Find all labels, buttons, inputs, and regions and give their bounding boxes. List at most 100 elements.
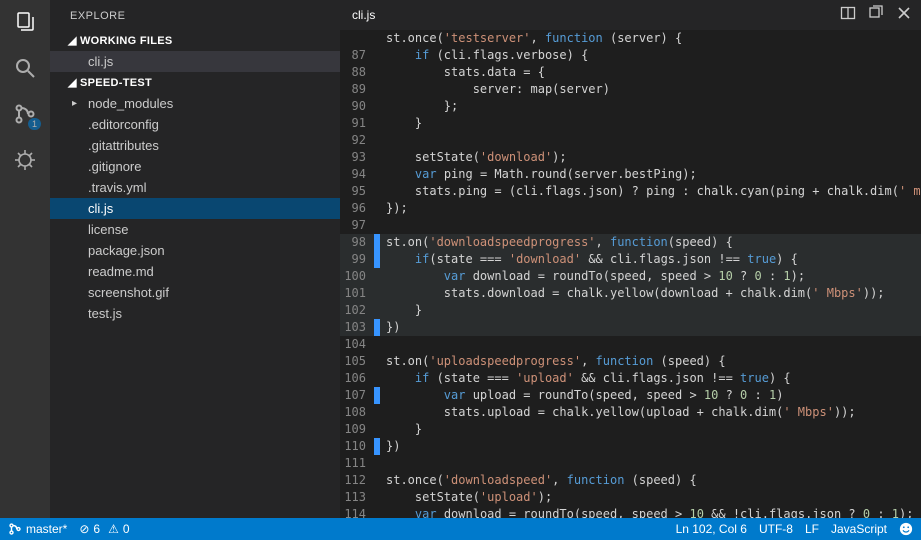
tab-active[interactable]: cli.js (352, 8, 375, 22)
file-item[interactable]: readme.md (50, 261, 340, 282)
file-item[interactable]: license (50, 219, 340, 240)
code-text: stats.data = { (380, 64, 545, 81)
file-item[interactable]: .editorconfig (50, 114, 340, 135)
working-file-item[interactable]: cli.js (50, 51, 340, 72)
error-count[interactable]: ⊘ 6 ⚠ 0 (79, 522, 129, 536)
file-item[interactable]: .travis.yml (50, 177, 340, 198)
line-number: 88 (340, 64, 374, 81)
line-number: 114 (340, 506, 374, 518)
file-item[interactable]: package.json (50, 240, 340, 261)
code-line[interactable]: 91 } (340, 115, 921, 132)
code-line[interactable]: 109 } (340, 421, 921, 438)
debug-icon[interactable] (11, 146, 39, 174)
code-line[interactable]: 98st.on('downloadspeedprogress', functio… (340, 234, 921, 251)
code-text: }) (380, 319, 400, 336)
code-text (380, 336, 393, 353)
code-text: } (380, 421, 422, 438)
code-line[interactable]: 105 st.on('uploadspeedprogress', function… (340, 353, 921, 370)
code-line[interactable]: 95 stats.ping = (cli.flags.json) ? ping … (340, 183, 921, 200)
files-icon[interactable] (11, 8, 39, 36)
line-number: 96 (340, 200, 374, 217)
code-text: st.on('uploadspeedprogress', function (s… (380, 353, 726, 370)
code-line[interactable]: 87 if (cli.flags.verbose) { (340, 47, 921, 64)
file-item[interactable]: screenshot.gif (50, 282, 340, 303)
code-line[interactable]: 108 stats.upload = chalk.yellow(upload +… (340, 404, 921, 421)
cursor-position[interactable]: Ln 102, Col 6 (676, 522, 747, 536)
code-line[interactable]: 106 if (state === 'upload' && cli.flags.… (340, 370, 921, 387)
file-tree: node_modules.editorconfig.gitattributes.… (50, 93, 340, 324)
section-label: SPEED-TEST (80, 77, 152, 89)
line-number: 106 (340, 370, 374, 387)
line-number: 103 (340, 319, 374, 336)
code-line[interactable]: 107 var upload = roundTo(speed, speed > … (340, 387, 921, 404)
code-text: st.once('testserver', function (server) … (380, 30, 682, 47)
file-item[interactable]: .gitattributes (50, 135, 340, 156)
code-text: if (cli.flags.verbose) { (380, 47, 588, 64)
code-line[interactable]: 114 var download = roundTo(speed, speed … (340, 506, 921, 518)
line-number: 87 (340, 47, 374, 64)
language-mode[interactable]: JavaScript (831, 522, 887, 536)
code-editor[interactable]: st.once('testserver', function (server) … (340, 30, 921, 518)
code-line[interactable]: 90 }; (340, 98, 921, 115)
line-number: 98 (340, 234, 374, 251)
code-line[interactable]: 111 (340, 455, 921, 472)
editor-area: cli.js st.once('testserver', function (s… (340, 0, 921, 518)
code-line[interactable]: 110}) (340, 438, 921, 455)
code-text: }) (380, 438, 400, 455)
caret-down-icon: ◢ (68, 76, 76, 89)
folder-item[interactable]: node_modules (50, 93, 340, 114)
code-line[interactable]: 88 stats.data = { (340, 64, 921, 81)
code-text: }; (380, 98, 458, 115)
feedback-icon[interactable] (899, 522, 913, 536)
file-item[interactable]: cli.js (50, 198, 340, 219)
section-working-files[interactable]: ◢ WORKING FILES (50, 30, 340, 51)
line-number: 101 (340, 285, 374, 302)
search-icon[interactable] (11, 54, 39, 82)
code-line[interactable]: 93 setState('download'); (340, 149, 921, 166)
line-number: 111 (340, 455, 374, 472)
git-icon[interactable]: 1 (11, 100, 39, 128)
code-text: } (380, 115, 422, 132)
line-number: 105 (340, 353, 374, 370)
code-line[interactable]: 96}); (340, 200, 921, 217)
editor-tabs: cli.js (340, 0, 921, 30)
code-text: var download = roundTo(speed, speed > 10… (380, 268, 805, 285)
section-project[interactable]: ◢ SPEED-TEST (50, 72, 340, 93)
git-branch-status[interactable]: master* (8, 522, 67, 536)
eol[interactable]: LF (805, 522, 819, 536)
code-line[interactable]: 103}) (340, 319, 921, 336)
split-editor-icon[interactable] (839, 4, 857, 22)
status-bar: master* ⊘ 6 ⚠ 0 Ln 102, Col 6 UTF-8 LF J… (0, 518, 921, 540)
code-line[interactable]: 100 var download = roundTo(speed, speed … (340, 268, 921, 285)
code-line[interactable]: 101 stats.download = chalk.yellow(downlo… (340, 285, 921, 302)
code-text: stats.upload = chalk.yellow(upload + cha… (380, 404, 856, 421)
line-number: 100 (340, 268, 374, 285)
file-item[interactable]: test.js (50, 303, 340, 324)
code-text (380, 132, 393, 149)
git-badge: 1 (28, 118, 41, 130)
more-icon[interactable] (867, 4, 885, 22)
code-line[interactable]: 92 (340, 132, 921, 149)
code-line[interactable]: 102 } (340, 302, 921, 319)
sidebar-title: EXPLORE (50, 0, 340, 30)
line-number: 92 (340, 132, 374, 149)
code-line[interactable]: 113 setState('upload'); (340, 489, 921, 506)
code-line[interactable]: 97 (340, 217, 921, 234)
close-icon[interactable] (895, 4, 913, 22)
code-line[interactable]: 104 (340, 336, 921, 353)
branch-name: master* (26, 522, 67, 536)
file-item[interactable]: .gitignore (50, 156, 340, 177)
code-line[interactable]: st.once('testserver', function (server) … (340, 30, 921, 47)
code-text: st.once('downloadspeed', function (speed… (380, 472, 697, 489)
code-line[interactable]: 94 var ping = Math.round(server.bestPing… (340, 166, 921, 183)
line-number: 99 (340, 251, 374, 268)
error-value: 6 (93, 522, 100, 536)
code-line[interactable]: 89 server: map(server) (340, 81, 921, 98)
warning-icon: ⚠ (108, 522, 119, 536)
explorer-sidebar: EXPLORE ◢ WORKING FILES cli.js ◢ SPEED-T… (50, 0, 340, 518)
line-number: 104 (340, 336, 374, 353)
line-number: 112 (340, 472, 374, 489)
code-line[interactable]: 99 if(state === 'download' && cli.flags.… (340, 251, 921, 268)
code-line[interactable]: 112 st.once('downloadspeed', function (sp… (340, 472, 921, 489)
encoding[interactable]: UTF-8 (759, 522, 793, 536)
